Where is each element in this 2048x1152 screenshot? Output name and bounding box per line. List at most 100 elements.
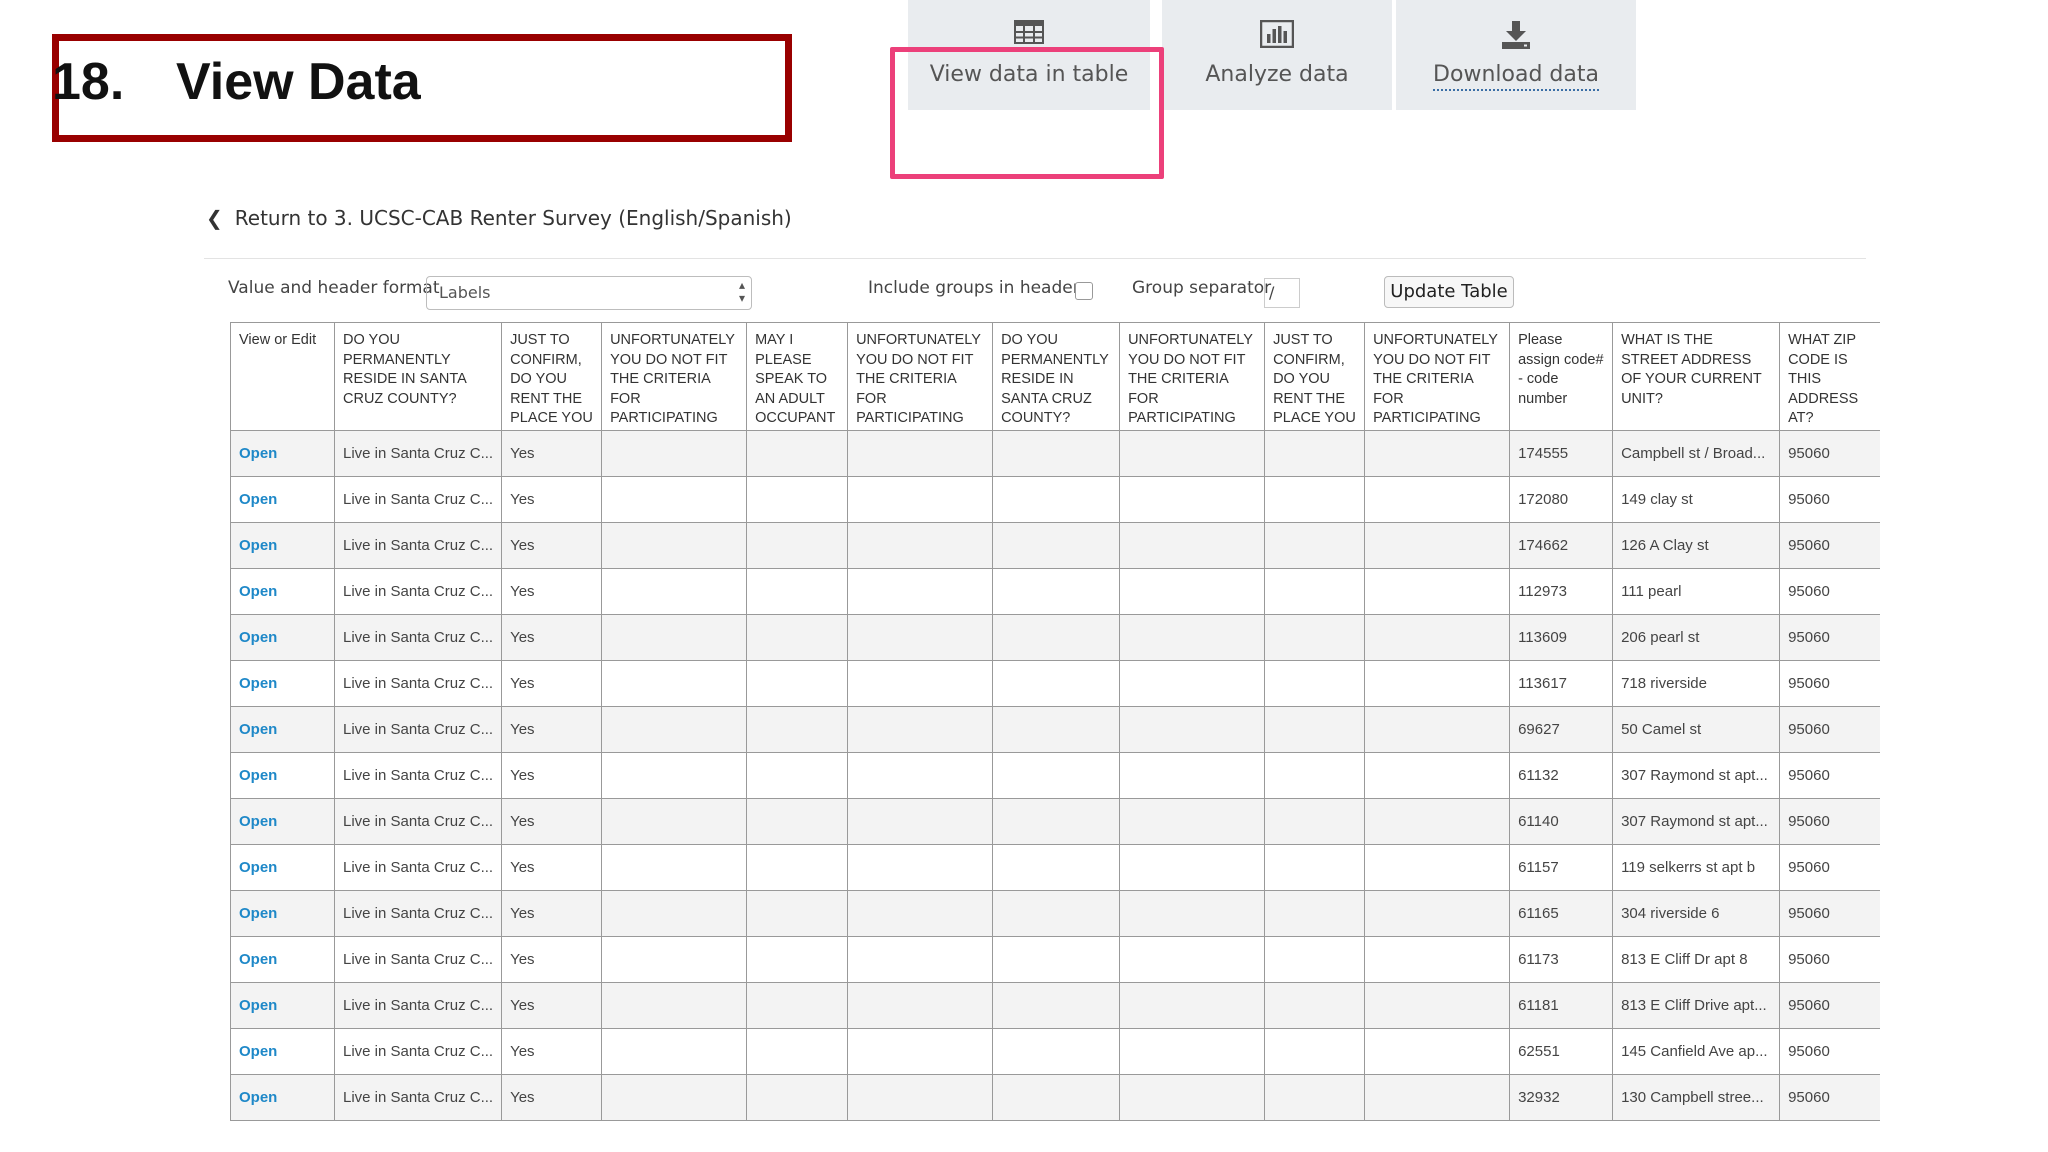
tab-label: Download data [1396,62,1636,91]
table-cell: 95060 [1779,614,1880,661]
table-cell [992,890,1120,937]
table-cell [746,936,848,983]
open-record-link[interactable]: Open [230,936,335,983]
open-record-link[interactable]: Open [230,476,335,523]
table-cell [1119,430,1265,477]
open-record-link[interactable]: Open [230,522,335,569]
table-cell: 69627 [1509,706,1613,753]
open-record-link[interactable]: Open [230,982,335,1029]
table-cell [992,430,1120,477]
table-cell: Yes [501,706,602,753]
table-row: Open Live in Santa Cruz C... Yes 69627 50 Ca… [230,706,1880,753]
table-cell: Live in Santa Cruz C... [333,982,502,1029]
data-table: View or Edit DO YOU PERMANENTLY RESIDE IN… [230,322,1880,1121]
table-cell [746,1028,848,1075]
table-cell [847,660,993,707]
table-cell: 95060 [1779,936,1880,983]
table-cell [746,614,848,661]
download-label-text: Download data [1433,62,1599,91]
table-cell: Live in Santa Cruz C... [333,844,502,891]
table-cell: 95060 [1779,982,1880,1029]
open-record-link[interactable]: Open [230,1074,335,1121]
table-row: Open Live in Santa Cruz C... Yes 172080 149 … [230,476,1880,523]
open-record-link[interactable]: Open [230,798,335,845]
table-cell [1264,1074,1365,1121]
return-link[interactable]: ❮ Return to 3. UCSC-CAB Renter Survey (En… [206,206,792,230]
table-cell: Yes [501,430,602,477]
table-cell: 95060 [1779,844,1880,891]
open-record-link[interactable]: Open [230,752,335,799]
table-cell [992,660,1120,707]
open-record-link[interactable]: Open [230,614,335,661]
open-record-link[interactable]: Open [230,1028,335,1075]
table-cell: 95060 [1779,798,1880,845]
table-cell: Live in Santa Cruz C... [333,1028,502,1075]
table-cell [1264,430,1365,477]
open-record-link[interactable]: Open [230,844,335,891]
table-cell: 113609 [1509,614,1613,661]
table-cell [847,936,993,983]
open-record-link[interactable]: Open [230,660,335,707]
table-cell: 50 Camel st [1612,706,1780,753]
divider [204,258,1866,259]
group-separator-label: Group separator [1132,278,1272,298]
update-table-button[interactable]: Update Table [1384,276,1514,308]
table-cell [746,982,848,1029]
open-record-link[interactable]: Open [230,706,335,753]
table-cell: 95060 [1779,430,1880,477]
table-cell [992,476,1120,523]
table-cell: 813 E Cliff Drive apt... [1612,982,1780,1029]
group-separator-input[interactable]: / [1264,278,1300,308]
open-record-link[interactable]: Open [230,890,335,937]
table-cell [746,1074,848,1121]
table-cell: 307 Raymond st apt... [1612,798,1780,845]
table-row: Open Live in Santa Cruz C... Yes 112973 111 … [230,568,1880,615]
column-header: Please assign code# - code number [1509,322,1613,431]
table-cell: Yes [501,568,602,615]
table-cell [1364,844,1510,891]
table-cell [1119,476,1265,523]
table-cell: 174555 [1509,430,1613,477]
table-cell: 304 riverside 6 [1612,890,1780,937]
column-header: UNFORTUNATELY YOU DO NOT FIT THE CRITERI… [847,322,993,431]
table-icon [1014,20,1044,48]
column-header: UNFORTUNATELY YOU DO NOT FIT THE CRITERI… [1119,322,1265,431]
table-cell: 61165 [1509,890,1613,937]
table-cell: 95060 [1779,660,1880,707]
table-cell: 61181 [1509,982,1613,1029]
bar-chart-icon [1259,19,1295,52]
tab-download-data[interactable]: Download data [1396,0,1636,110]
table-cell [746,890,848,937]
format-select[interactable]: Labels ▴ ▾ [426,276,752,310]
open-record-link[interactable]: Open [230,568,335,615]
table-row: Open Live in Santa Cruz C... Yes 113609 206 … [230,614,1880,661]
table-cell [847,798,993,845]
table-cell: 95060 [1779,568,1880,615]
table-row: Open Live in Santa Cruz C... Yes 61173 813 E… [230,936,1880,983]
table-cell [992,1074,1120,1121]
table-cell [746,430,848,477]
include-groups-checkbox[interactable] [1075,282,1093,300]
table-row: Open Live in Santa Cruz C... Yes 32932 130 C… [230,1074,1880,1121]
table-cell: Live in Santa Cruz C... [333,522,502,569]
table-cell [1264,522,1365,569]
table-cell [601,798,747,845]
table-cell [847,476,993,523]
table-cell: Live in Santa Cruz C... [333,890,502,937]
column-header: UNFORTUNATELY YOU DO NOT FIT THE CRITERI… [601,322,747,431]
table-cell: 113617 [1509,660,1613,707]
table-cell [992,936,1120,983]
table-cell: Live in Santa Cruz C... [333,660,502,707]
table-cell: Live in Santa Cruz C... [333,936,502,983]
table-cell [1364,752,1510,799]
tab-analyze-data[interactable]: Analyze data [1162,0,1392,110]
open-record-link[interactable]: Open [230,430,335,477]
table-cell [601,752,747,799]
table-cell [601,476,747,523]
table-cell [601,522,747,569]
table-cell [601,706,747,753]
table-cell: 111 pearl [1612,568,1780,615]
table-cell [847,844,993,891]
table-cell [992,614,1120,661]
table-cell: Live in Santa Cruz C... [333,476,502,523]
